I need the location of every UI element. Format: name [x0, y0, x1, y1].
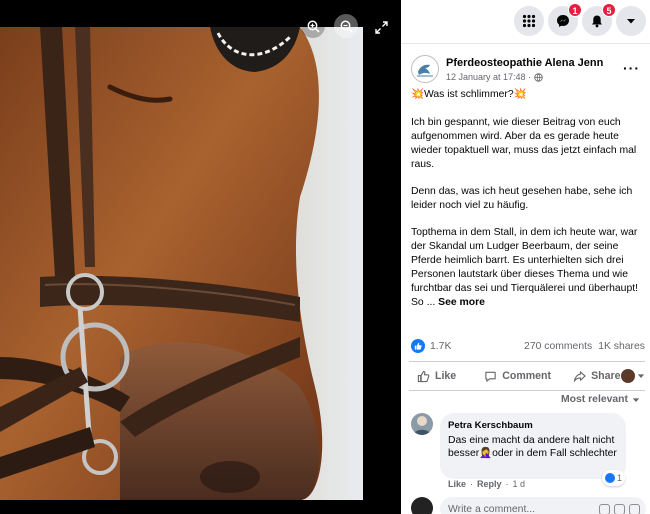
comment-reaction-count: 1	[617, 473, 623, 483]
notifications-badge: 5	[602, 3, 616, 17]
comment-author[interactable]: Petra Kerschbaum	[448, 420, 618, 431]
zoom-in-icon	[307, 20, 320, 33]
share-button[interactable]: Share	[573, 370, 621, 383]
comment-input-placeholder: Write a comment...	[448, 503, 535, 514]
more-icon[interactable]: ···	[623, 60, 640, 76]
comment-text: Das eine macht da andere halt nicht bess…	[448, 435, 617, 459]
menu-grid-icon	[522, 14, 536, 28]
post-date[interactable]: 12 January at 17:48 ·	[446, 72, 531, 82]
comment-sort[interactable]: Most relevant	[561, 394, 640, 405]
share-count[interactable]: 1K shares	[598, 341, 645, 352]
like-button[interactable]: Like	[417, 370, 456, 383]
horse-photo-illustration	[0, 27, 363, 500]
messenger-button[interactable]: 1	[548, 3, 582, 36]
share-icon	[573, 370, 586, 382]
comment-reaction[interactable]: 1	[602, 470, 626, 486]
comment-count[interactable]: 270 comments	[524, 341, 592, 352]
separator: ·	[470, 479, 474, 489]
post-panel: 1 5 Pferdeosteopathie Alena Jenn 12 Janu…	[401, 0, 650, 514]
post-paragraph: Ich bin gespannt, wie dieser Beitrag von…	[411, 117, 637, 170]
bell-icon	[592, 15, 602, 28]
comment-button[interactable]: Comment	[484, 370, 551, 383]
stats-right: 270 comments 1K shares	[524, 341, 645, 352]
avatar[interactable]	[411, 413, 433, 435]
reaction-count[interactable]: 1.7K	[430, 341, 451, 352]
comment-like-link[interactable]: Like	[448, 479, 466, 489]
messenger-icon	[557, 15, 569, 27]
post-stats: 1.7K 270 comments 1K shares	[411, 339, 645, 353]
globe-icon	[534, 72, 543, 82]
composer-icons	[599, 503, 640, 514]
page-avatar[interactable]	[411, 55, 439, 83]
photo-viewer	[0, 0, 401, 514]
comment-label: Comment	[502, 370, 552, 382]
messenger-badge: 1	[568, 3, 582, 17]
post-actions: Like Comment Share	[409, 361, 645, 391]
post-text: 💥Was ist schlimmer?💥 Ich bin gespannt, w…	[411, 88, 647, 323]
post-paragraph-text: Topthema in dem Stall, in dem ich heute …	[411, 227, 639, 308]
sort-label: Most relevant	[561, 394, 628, 405]
emoji-icon[interactable]	[599, 503, 610, 514]
zoom-out-icon	[340, 20, 353, 33]
fullscreen-icon	[374, 20, 388, 34]
post-title: 💥Was ist schlimmer?💥	[411, 89, 527, 100]
see-more-link[interactable]: See more	[438, 297, 485, 308]
like-icon	[417, 370, 430, 382]
menu-button[interactable]	[514, 6, 544, 36]
caret-down-icon	[632, 397, 640, 402]
post-meta: 12 January at 17:48 ·	[446, 72, 543, 82]
notifications-button[interactable]: 5	[582, 3, 616, 36]
fullscreen-button[interactable]	[369, 15, 393, 39]
comment-actions: Like · Reply · 1 d	[448, 479, 525, 489]
page-name[interactable]: Pferdeosteopathie Alena Jenn	[446, 57, 603, 69]
gif-icon[interactable]	[629, 503, 640, 514]
comment-input[interactable]: Write a comment...	[440, 497, 646, 514]
separator: ·	[505, 479, 509, 489]
avatar	[411, 497, 433, 514]
zoom-out-button[interactable]	[334, 14, 358, 38]
zoom-in-button[interactable]	[301, 14, 325, 38]
account-menu-button[interactable]	[616, 6, 646, 36]
post-paragraph: Denn das, was ich heut gesehen habe, seh…	[411, 186, 633, 211]
top-bar: 1 5	[401, 0, 650, 44]
like-reaction-icon	[605, 473, 615, 483]
post-paragraph: Topthema in dem Stall, in dem ich heute …	[411, 226, 647, 310]
comment-bubble: Petra Kerschbaum Das eine macht da ander…	[440, 413, 626, 479]
post-photo[interactable]	[0, 27, 363, 500]
comment-icon	[485, 371, 496, 382]
audience-selector[interactable]	[620, 369, 645, 383]
caret-down-icon	[627, 19, 635, 24]
comment-reply-link[interactable]: Reply	[477, 479, 502, 489]
like-label: Like	[435, 370, 457, 382]
like-reaction-icon	[411, 339, 425, 353]
camera-icon[interactable]	[614, 503, 625, 514]
share-label: Share	[591, 370, 621, 382]
caret-down-icon	[637, 374, 644, 378]
comment-age[interactable]: 1 d	[513, 479, 526, 489]
page-logo-icon	[417, 64, 433, 77]
audience-avatar	[620, 369, 635, 383]
